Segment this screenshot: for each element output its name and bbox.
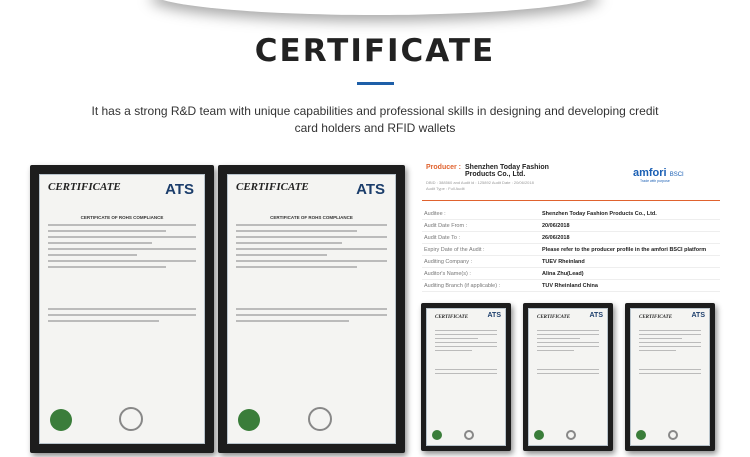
certificate-frame-2: CERTIFICATE ATS CERTIFICATE OF ROHS COMP… xyxy=(218,165,405,453)
audit-row-value: TUV Rheinland China xyxy=(542,282,598,289)
title-underline xyxy=(357,82,394,85)
ats-logo: ATS xyxy=(165,181,194,198)
audit-row: Auditee : Shenzhen Today Fashion Products… xyxy=(422,208,720,220)
audit-row-value: Please refer to the producer profile in … xyxy=(542,246,707,253)
top-shadow xyxy=(150,0,600,15)
seal-icon xyxy=(464,430,475,440)
ats-logo: ATS xyxy=(356,181,385,198)
producer-name: Shenzhen Today Fashion Products Co., Ltd… xyxy=(465,164,549,178)
audit-row: Auditing Branch (if applicable) : TUV Rhe… xyxy=(422,280,720,292)
certificate-doc-title: CERTIFICATE OF ROHS COMPLIANCE xyxy=(270,215,353,220)
ats-seal-icon xyxy=(118,407,143,431)
ats-logo: ATS xyxy=(691,312,705,319)
bsci-audit-document: Producer : Shenzhen Today Fashion Produc… xyxy=(420,158,750,300)
divider xyxy=(422,200,720,201)
audit-row: Expiry Date of the Audit : Please refer t… xyxy=(422,244,720,256)
audit-row: Audit Date From : 20/06/2018 xyxy=(422,220,720,232)
ats-logo: ATS xyxy=(487,312,501,319)
bsci-logo-text: BSCI xyxy=(669,172,684,178)
certificate-doc-title: CERTIFICATE OF ROHS COMPLIANCE xyxy=(80,215,164,220)
page-title: CERTIFICATE xyxy=(254,33,496,69)
seal-icon xyxy=(668,430,679,440)
audit-row-value: 26/06/2018 xyxy=(542,234,570,241)
rohs-icon xyxy=(432,430,442,440)
audit-rows: Auditee : Shenzhen Today Fashion Products… xyxy=(422,208,720,292)
audit-row-label: Auditing Branch (if applicable) : xyxy=(424,282,501,289)
audit-row-label: Auditing Company : xyxy=(424,258,472,265)
audit-row-label: Auditee : xyxy=(424,210,446,217)
intro-text: It has a strong R&D team with unique cap… xyxy=(91,104,659,135)
certificate-frame-1: CERTIFICATE ATS CERTIFICATE OF ROHS COMP… xyxy=(30,165,214,453)
small-certificate-frame-2: CERTIFICATE ATS xyxy=(523,303,613,451)
amfori-tagline: Trade with purpose xyxy=(640,179,670,183)
certificate-body xyxy=(236,224,387,322)
rohs-icon xyxy=(636,430,646,440)
ats-seal-icon xyxy=(308,407,333,431)
audit-row-label: Audit Date To : xyxy=(424,234,460,241)
rohs-icon xyxy=(534,430,544,440)
rohs-icon xyxy=(238,409,260,431)
audit-type: Audit Type : Full Audit xyxy=(426,186,465,191)
audit-row-label: Auditor's Name(s) : xyxy=(424,270,471,277)
audit-row: Audit Date To : 26/06/2018 xyxy=(422,232,720,244)
audit-row: Auditor's Name(s) : Alina Zhu(Lead) xyxy=(422,268,720,280)
producer-label: Producer : xyxy=(426,164,462,171)
audit-meta: DBID : 388560 and Audit id : 125892 Audi… xyxy=(426,180,534,192)
audit-row: Auditing Company : TUEV Rheinland xyxy=(422,256,720,268)
audit-row-label: Expiry Date of the Audit : xyxy=(424,246,485,253)
small-certificate-frame-1: CERTIFICATE ATS xyxy=(421,303,511,451)
seal-icon xyxy=(566,430,577,440)
audit-row-value: TUEV Rheinland xyxy=(542,258,585,265)
audit-row-label: Audit Date From : xyxy=(424,222,468,229)
small-certificate-frame-3: CERTIFICATE ATS xyxy=(625,303,715,451)
audit-row-value: 20/06/2018 xyxy=(542,222,570,229)
audit-row-value: Alina Zhu(Lead) xyxy=(542,270,584,277)
certificate-body xyxy=(48,224,196,322)
amfori-logo: amfori BSCI xyxy=(633,167,684,179)
ats-logo: ATS xyxy=(589,312,603,319)
audit-row-value: Shenzhen Today Fashion Products Co., Ltd… xyxy=(542,210,657,217)
amfori-logo-text: amfori xyxy=(633,167,667,179)
rohs-icon xyxy=(50,409,72,431)
